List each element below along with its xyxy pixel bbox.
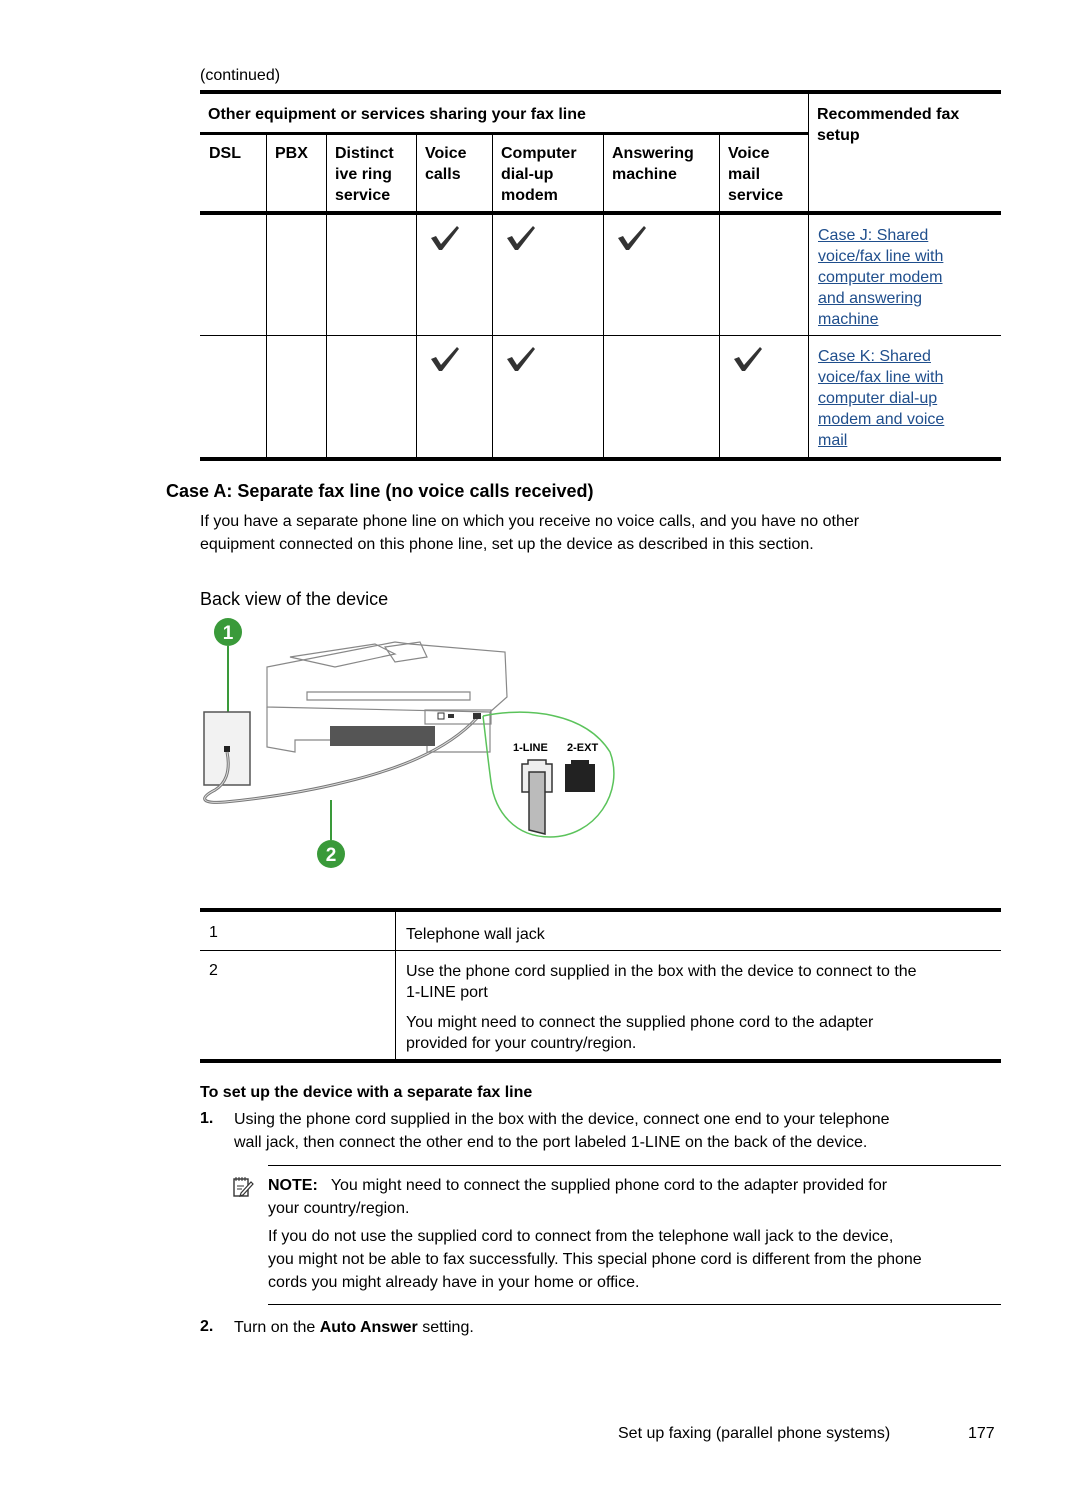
legend-top-rule [200,908,1001,912]
row-divider [200,335,1001,336]
column-header-voice-mail-service: Voice mail service [728,145,784,204]
callout-2: 2 [317,800,345,868]
step-2-prefix: Turn on the [234,1319,320,1336]
procedure-title: To set up the device with a separate fax… [200,1084,533,1101]
group-header: Other equipment or services sharing your… [208,106,586,123]
column-divider [603,135,604,457]
line-port-small [473,713,481,719]
step-1-number: 1. [200,1110,214,1127]
note-box: NOTE: You might need to connect the supp… [233,1165,1001,1306]
page-number: 177 [968,1425,995,1442]
intro-line: If you have a separate phone line on whi… [200,513,860,530]
legend-text: Telephone wall jack [406,926,545,943]
step-2-number: 2. [200,1318,214,1335]
checkmark-icon [431,347,459,371]
callout-1: 1 [214,618,242,712]
equipment-table: Other equipment or services sharing your… [200,90,1001,462]
column-header-voice-calls: Voice calls [425,145,467,183]
printer-duplexer [330,726,435,746]
legend-num: 1 [209,924,218,941]
checkmark-icon [431,226,459,250]
case-a-heading: Case A: Separate fax line (no voice call… [166,481,594,501]
port-label-ext: 2-EXT [567,742,598,754]
column-header-computer-dial-up-modem: Computer dial-up modem [501,145,577,204]
column-divider [326,135,327,457]
note-line: your country/region. [268,1200,410,1217]
step-line: wall jack, then connect the other end to… [234,1134,868,1151]
ext-port-jack [565,760,595,792]
usb-port [437,712,445,720]
table-bottom-rule [200,457,1001,461]
line-port-jack [521,759,553,835]
printer-body [266,641,508,713]
checkmark-icon [507,226,535,250]
note-top-rule [268,1165,1001,1166]
recommended-header: Recommended fax setup [817,106,960,144]
back-view-diagram: 1 2 1-LINE 2-EXT [203,618,615,868]
column-divider [808,94,809,457]
column-divider [266,135,267,457]
callout-legend-table: 1 Telephone wall jack 2 Use the phone co… [200,908,1001,1063]
step-line: Using the phone cord supplied in the box… [234,1111,890,1128]
column-header-pbx: PBX [275,145,308,162]
power-port [448,714,454,718]
legend-column-divider [395,912,396,1060]
recommended-setup-link[interactable]: Case K: Shared voice/fax line with compute… [818,346,944,451]
recommended-setup-link[interactable]: Case J: Shared voice/fax line with compute… [818,225,943,330]
legend-line: Use the phone cord supplied in the box w… [406,963,917,980]
continued-label: (continued) [200,67,281,84]
step-2-text: Turn on the Auto Answer setting. [234,1316,1004,1339]
note-line: You might need to connect the supplied p… [330,1177,888,1194]
legend-line: 1-LINE port [406,984,488,1001]
note-text: NOTE: You might need to connect the supp… [268,1174,1001,1220]
auto-answer-setting: Auto Answer [319,1319,418,1336]
case-a-intro: If you have a separate phone line on whi… [200,510,859,556]
note-icon [233,1177,254,1197]
port-label-line: 1-LINE [513,742,548,754]
column-divider [416,135,417,457]
legend-line: provided for your country/region. [406,1035,637,1052]
checkmark-icon [618,226,646,250]
note-para-line: you might not be able to fax successfull… [268,1251,922,1268]
legend-num: 2 [209,962,218,979]
printer-slot [306,691,471,701]
callout-1-label: 1 [223,623,234,644]
column-header-dsl: DSL [209,145,241,162]
printer-top [289,643,397,668]
intro-line: equipment connected on this phone line, … [200,536,814,553]
column-header-answering-machine: Answering machine [612,145,694,183]
group-header-rule [200,132,808,135]
table-top-rule [200,90,1001,94]
footer-section-title: Set up faxing (parallel phone systems) [618,1425,891,1442]
note-label: NOTE: [268,1177,318,1194]
figure-title: Back view of the device [200,589,389,609]
column-divider [719,135,720,457]
step-1-text: Using the phone cord supplied in the box… [234,1108,1004,1154]
column-header-distinct-ive-ring-service: Distinct ive ring service [335,145,394,204]
legend-text: Use the phone cord supplied in the box w… [406,961,1001,1054]
legend-bottom-rule [200,1059,1001,1063]
legend-line: You might need to connect the supplied p… [406,1014,874,1031]
note-para-line: cords you might already have in your hom… [268,1274,640,1291]
step-2-suffix: setting. [417,1319,474,1336]
plugged-cord [528,771,546,835]
checkmark-icon [507,347,535,371]
legend-row-divider [200,950,1001,951]
note-paragraph: If you do not use the supplied cord to c… [268,1225,1008,1294]
callout-2-label: 2 [326,845,337,866]
column-divider [492,135,493,457]
checkmark-icon [734,347,762,371]
wall-jack-port [224,746,230,752]
note-bottom-rule [268,1304,1001,1305]
note-para-line: If you do not use the supplied cord to c… [268,1228,894,1245]
header-bottom-rule [200,211,1001,215]
